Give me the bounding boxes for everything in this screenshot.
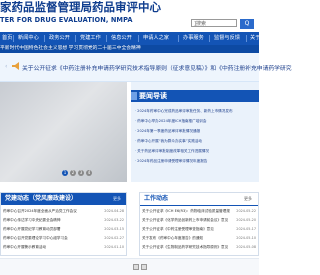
- nav-item-info[interactable]: 信息公开: [111, 32, 132, 45]
- nav-item-home[interactable]: 首页: [2, 32, 12, 45]
- nav-item-party[interactable]: 党建工作: [80, 32, 101, 45]
- news-title: 要闻导读: [139, 92, 167, 100]
- notice-banner: ‹ 关于公开征求《中药注册补充申请药学研究技术指导原则（征求意见稿）》和《中药注…: [0, 53, 292, 82]
- carousel-dot[interactable]: 2: [70, 170, 76, 176]
- item-date: 2024-05-10: [236, 236, 256, 240]
- nav-divider: [44, 35, 45, 42]
- party-news-item[interactable]: 药审中心召开党委理论学习中心组学习会: [3, 234, 98, 242]
- item-date: 2024-04-28: [104, 209, 124, 213]
- party-news-item[interactable]: 药审中心开展警示教育活动: [3, 243, 98, 251]
- more-link[interactable]: 更多: [244, 195, 252, 203]
- news-item[interactable]: 2024年药品注册申请受理审评情况年度报告: [135, 157, 259, 165]
- work-news-item[interactable]: 关于公开征求《生物制品药学研究技术指导原则》意见: [142, 243, 230, 251]
- work-news-item[interactable]: 关于公开征求《ICH E6(R3)：药物临床试验质量管理规范》: [142, 207, 230, 215]
- nav-divider: [13, 35, 14, 42]
- search-button[interactable]: Q: [240, 19, 254, 29]
- image-placeholder-icon: [133, 264, 139, 270]
- carousel-image[interactable]: [0, 82, 127, 182]
- nav-item-about[interactable]: 关于: [250, 32, 260, 45]
- work-news-box: 工作动态 更多 关于公开征求《ICH E6(R3)：药物临床试验质量管理规范》 …: [139, 192, 259, 256]
- carousel-dot[interactable]: 1: [62, 170, 68, 176]
- party-news-item[interactable]: 药审中心传达学习中央纪委全会精神: [3, 216, 98, 224]
- work-news-title: 工作动态: [144, 195, 169, 202]
- item-date: 2024-03-15: [104, 227, 124, 231]
- chevron-right-icon[interactable]: ›: [249, 63, 251, 70]
- nav-divider: [106, 35, 107, 42]
- item-date: 2024-05-22: [236, 209, 256, 213]
- news-item[interactable]: 关于药品审评审批制度改革相关工作进展情况: [135, 147, 259, 155]
- nav-item-news[interactable]: 新闻中心: [18, 32, 39, 45]
- item-date: 2024-03-22: [104, 218, 124, 222]
- chevron-left-icon[interactable]: ‹: [5, 63, 7, 70]
- item-date: 2024-02-27: [104, 236, 124, 240]
- carousel-dot[interactable]: 4: [86, 170, 92, 176]
- carousel-dot[interactable]: 3: [78, 170, 84, 176]
- news-item[interactable]: 2024年第一季度药品审评审批情况通报: [135, 127, 259, 135]
- bookmark-icon: [131, 92, 137, 100]
- item-date: 2024-05-20: [236, 218, 256, 222]
- site-title[interactable]: 家药品监督管理局药品审评中心: [0, 0, 161, 15]
- nav-item-gov[interactable]: 政务公开: [49, 32, 70, 45]
- news-item[interactable]: 药审中心开展“我为群众办实事”实践活动: [135, 137, 259, 145]
- work-news-item[interactable]: 关于公开征求《中药注册受理审查指南》意见: [142, 225, 230, 233]
- item-date: 2024-05-17: [236, 227, 256, 231]
- nav-divider: [209, 35, 210, 42]
- party-news-title: 党建动态（党风廉政建设）: [5, 195, 78, 202]
- news-item[interactable]: 2024年药审中心完成药品审评审批任务、新药上市情况发布: [135, 107, 259, 115]
- site-header: 家药品监督管理局药品审评中心 TER FOR DRUG EVALUATION, …: [0, 0, 259, 32]
- image-placeholder-icon: [141, 264, 147, 270]
- main-nav: 首页 新闻中心 政务公开 党建工作 信息公开 申请人之家 办事服务 监督与反馈 …: [0, 32, 260, 45]
- party-news-item[interactable]: 药审中心开展党纪学习教育动员部署: [3, 225, 98, 233]
- work-news-item[interactable]: 关于公开征求《化学药品创新药上市申请前会议》意见: [142, 216, 230, 224]
- bottom-strip: [0, 258, 259, 275]
- party-news-item[interactable]: 药审中心召开2024年度全面从严治党工作会议: [3, 207, 98, 215]
- item-date: 2024-01-10: [104, 245, 124, 249]
- nav-item-service[interactable]: 办事服务: [183, 32, 204, 45]
- work-news-item[interactable]: 关于发布《药审中心年度报告》的通知: [142, 234, 230, 242]
- more-link[interactable]: 更多: [113, 195, 121, 203]
- news-header: 要闻导读: [131, 90, 259, 102]
- search-input[interactable]: ]搜索: [191, 19, 237, 27]
- item-date: 2024-05-08: [236, 245, 256, 249]
- nav-divider: [75, 35, 76, 42]
- news-item[interactable]: 药审中心举办2024年度ICH指南推广培训会: [135, 117, 259, 125]
- ticker-text: 平新时代中国特色社会主义思想 学习贯彻党的二十届三中全会精神: [0, 46, 141, 51]
- megaphone-icon: [12, 62, 19, 70]
- party-news-header: 党建动态（党风廉政建设） 更多: [1, 193, 126, 205]
- image-carousel[interactable]: 1 2 3 4: [0, 82, 127, 182]
- nav-item-applicant[interactable]: 申请人之家: [143, 32, 169, 45]
- nav-divider: [178, 35, 179, 42]
- party-news-box: 党建动态（党风廉政建设） 更多 药审中心召开2024年度全面从严治党工作会议 2…: [0, 192, 127, 256]
- news-panel: 要闻导读 2024年药审中心完成药品审评审批任务、新药上市情况发布 药审中心举办…: [131, 82, 259, 182]
- site-subtitle: TER FOR DRUG EVALUATION, NMPA: [0, 16, 133, 24]
- nav-divider: [246, 35, 247, 42]
- slogan-ticker: 平新时代中国特色社会主义思想 学习贯彻党的二十届三中全会精神: [0, 45, 259, 53]
- nav-item-feedback[interactable]: 监督与反馈: [214, 32, 240, 45]
- work-news-header: 工作动态 更多: [140, 193, 258, 206]
- nav-divider: [138, 35, 139, 42]
